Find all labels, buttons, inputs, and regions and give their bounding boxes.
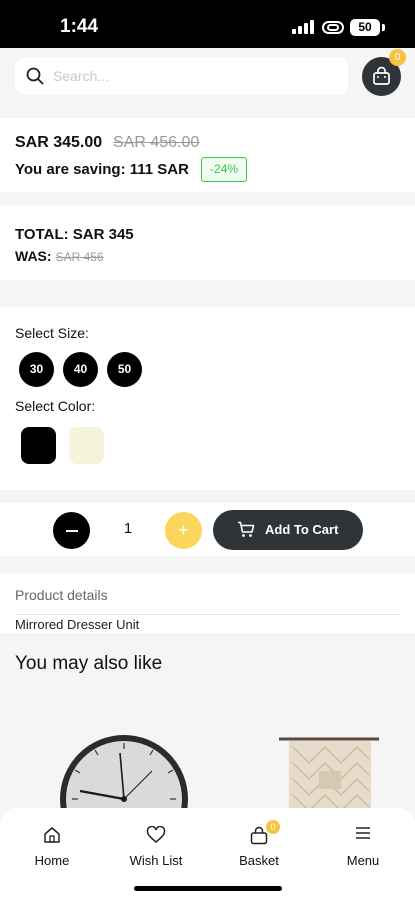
signal-icon xyxy=(292,20,316,34)
saving-text: You are saving: 111 SAR xyxy=(15,161,189,178)
nav-wish-list[interactable]: Wish List xyxy=(104,808,208,878)
size-option-40[interactable]: 40 xyxy=(63,352,98,387)
was-label: WAS: xyxy=(15,248,52,264)
divider xyxy=(15,614,400,615)
color-swatch-cream[interactable] xyxy=(69,427,104,464)
recommendations-title: You may also like xyxy=(15,653,163,674)
home-indicator xyxy=(134,886,282,891)
battery-tip xyxy=(382,24,385,31)
wall-clock-product-image[interactable] xyxy=(58,733,190,813)
status-bar: 1:44 50 xyxy=(0,0,415,48)
cart-count-badge: 0 xyxy=(389,49,406,66)
decrease-quantity-button[interactable] xyxy=(53,512,90,549)
nav-menu[interactable]: Menu xyxy=(311,808,415,878)
was-value: SAR 456 xyxy=(55,250,104,264)
home-icon xyxy=(44,827,60,843)
nav-basket[interactable]: Basket xyxy=(207,808,311,878)
increase-quantity-button[interactable]: + xyxy=(165,512,202,549)
totals-section: TOTAL: SAR 345 WAS: SAR 456 xyxy=(0,205,415,280)
price-section: SAR 345.00 SAR 456.00 You are saving: 11… xyxy=(0,118,415,192)
status-time: 1:44 xyxy=(60,16,99,37)
add-to-cart-button[interactable]: Add To Cart xyxy=(213,510,363,550)
product-details-title: Product details xyxy=(15,587,108,603)
cart-controls: 1 + Add To Cart xyxy=(0,503,415,556)
discount-badge: -24% xyxy=(201,157,247,182)
options-section: Select Size: 30 40 50 Select Color: xyxy=(0,307,415,490)
header xyxy=(0,48,415,110)
color-swatch-black[interactable] xyxy=(21,427,56,464)
quantity-value: 1 xyxy=(123,520,133,537)
heart-icon xyxy=(146,826,166,843)
nav-basket-label: Basket xyxy=(239,853,279,868)
search-icon xyxy=(26,67,44,85)
product-details-section: Product details Mirrored Dresser Unit xyxy=(0,573,415,633)
nav-menu-label: Menu xyxy=(346,853,380,868)
basket-count-badge: 0 xyxy=(266,820,280,834)
was-price: WAS: SAR 456 xyxy=(15,248,104,264)
nav-home-label: Home xyxy=(34,853,70,868)
product-details-text: Mirrored Dresser Unit xyxy=(15,617,140,632)
add-to-cart-label: Add To Cart xyxy=(265,522,339,537)
total-price: TOTAL: SAR 345 xyxy=(15,226,134,243)
minus-icon xyxy=(66,530,78,532)
nav-home[interactable]: Home xyxy=(0,808,104,878)
original-price: SAR 456.00 xyxy=(113,134,200,151)
color-label: Select Color: xyxy=(15,398,96,414)
current-price: SAR 345.00 xyxy=(15,134,103,151)
search-bar[interactable] xyxy=(15,57,348,95)
battery-indicator: 50 xyxy=(350,19,380,36)
nav-wish-list-label: Wish List xyxy=(129,853,183,868)
search-input[interactable] xyxy=(53,57,333,95)
shopping-bag-icon xyxy=(373,66,390,85)
wifi-icon xyxy=(322,21,344,34)
menu-icon xyxy=(356,827,370,839)
macrame-wall-hanging-product-image[interactable] xyxy=(279,733,379,811)
cart-icon xyxy=(238,521,255,537)
size-option-30[interactable]: 30 xyxy=(19,352,54,387)
size-label: Select Size: xyxy=(15,325,89,341)
size-option-50[interactable]: 50 xyxy=(107,352,142,387)
